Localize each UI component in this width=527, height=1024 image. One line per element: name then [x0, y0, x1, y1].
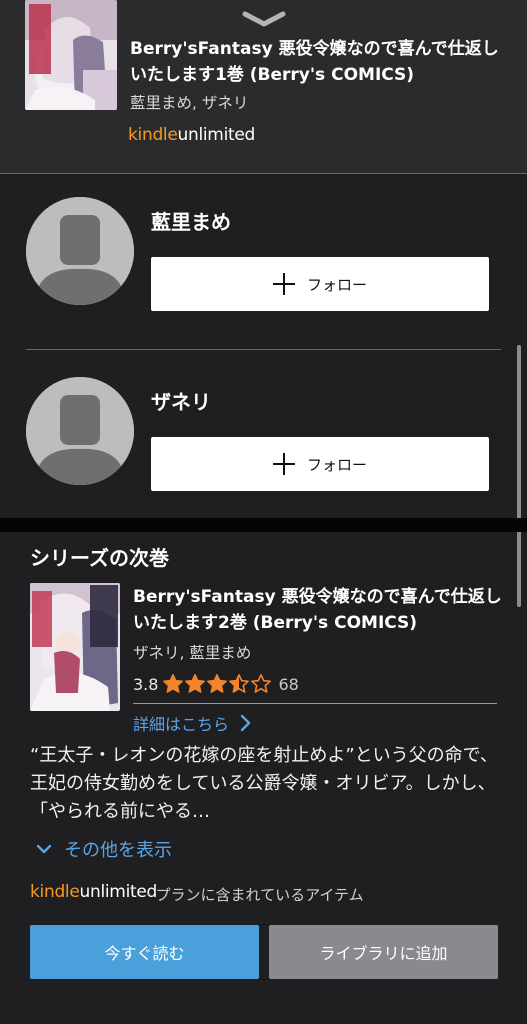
header-divider: [0, 173, 527, 174]
book-authors: 藍里まめ, ザネリ: [130, 94, 249, 112]
section-title: シリーズの次巻: [30, 546, 169, 570]
next-book-authors: ザネリ, 藍里まめ: [133, 644, 252, 662]
book-title: Berry'sFantasy 悪役令嬢なので喜んで仕返しいたします1巻 (Ber…: [130, 39, 499, 85]
plus-icon: [272, 453, 295, 475]
kindle-unlimited-logo: kindleunlimited: [30, 882, 158, 902]
next-book-divider: [133, 703, 497, 704]
next-book-title[interactable]: Berry'sFantasy 悪役令嬢なので喜んで仕返しいたします2巻 (Ber…: [133, 584, 513, 636]
star-partial-icon: [229, 674, 250, 693]
author-avatar[interactable]: [26, 377, 134, 485]
rating-count: 68: [278, 674, 299, 694]
chevron-right-icon: [240, 714, 251, 732]
chevron-down-icon: [36, 844, 52, 854]
person-icon: [26, 377, 134, 485]
book-cover-image[interactable]: [25, 0, 117, 110]
star-full-icon: [163, 674, 184, 693]
star-full-icon: [207, 674, 228, 693]
book-description: “王太子・レオンの花嫁の座を射止めよ”という父の命で、王妃の侍女勤めをしている公…: [30, 745, 498, 822]
follow-button[interactable]: フォロー: [151, 257, 489, 311]
next-book-cover-image[interactable]: [30, 583, 120, 711]
author-divider: [26, 349, 501, 350]
author-name[interactable]: ザネリ: [151, 386, 211, 415]
chevron-down-icon[interactable]: [242, 10, 286, 28]
plan-included-text: · プランに含まれているアイテム: [146, 886, 364, 904]
follow-button[interactable]: フォロー: [151, 437, 489, 491]
read-now-button[interactable]: 今すぐ読む: [30, 925, 259, 979]
details-link-label: 詳細はこちら: [133, 715, 230, 734]
person-icon: [26, 197, 134, 305]
scrollbar[interactable]: [517, 345, 521, 607]
add-to-library-label: ライブラリに追加: [319, 944, 448, 963]
author-avatar[interactable]: [26, 197, 134, 305]
add-to-library-button[interactable]: ライブラリに追加: [269, 925, 498, 979]
star-empty-icon: [251, 674, 272, 693]
star-full-icon: [185, 674, 206, 693]
details-link[interactable]: 詳細はこちら: [133, 711, 251, 735]
author-name[interactable]: 藍里まめ: [151, 206, 231, 235]
plus-icon: [272, 273, 295, 295]
current-book-header: Berry'sFantasy 悪役令嬢なので喜んで仕返しいたします1巻 (Ber…: [0, 0, 527, 174]
section-separator: [0, 518, 527, 532]
rating-stars: [162, 673, 272, 695]
read-now-label: 今すぐ読む: [104, 944, 185, 963]
rating-value: 3.8: [133, 674, 159, 694]
kindle-unlimited-logo: kindleunlimited: [128, 125, 256, 145]
follow-label: フォロー: [306, 455, 367, 474]
rating-row[interactable]: 3.8 68: [133, 672, 299, 696]
follow-label: フォロー: [306, 275, 367, 294]
show-more-label: その他を表示: [64, 840, 172, 861]
show-more-link[interactable]: その他を表示: [36, 836, 172, 862]
